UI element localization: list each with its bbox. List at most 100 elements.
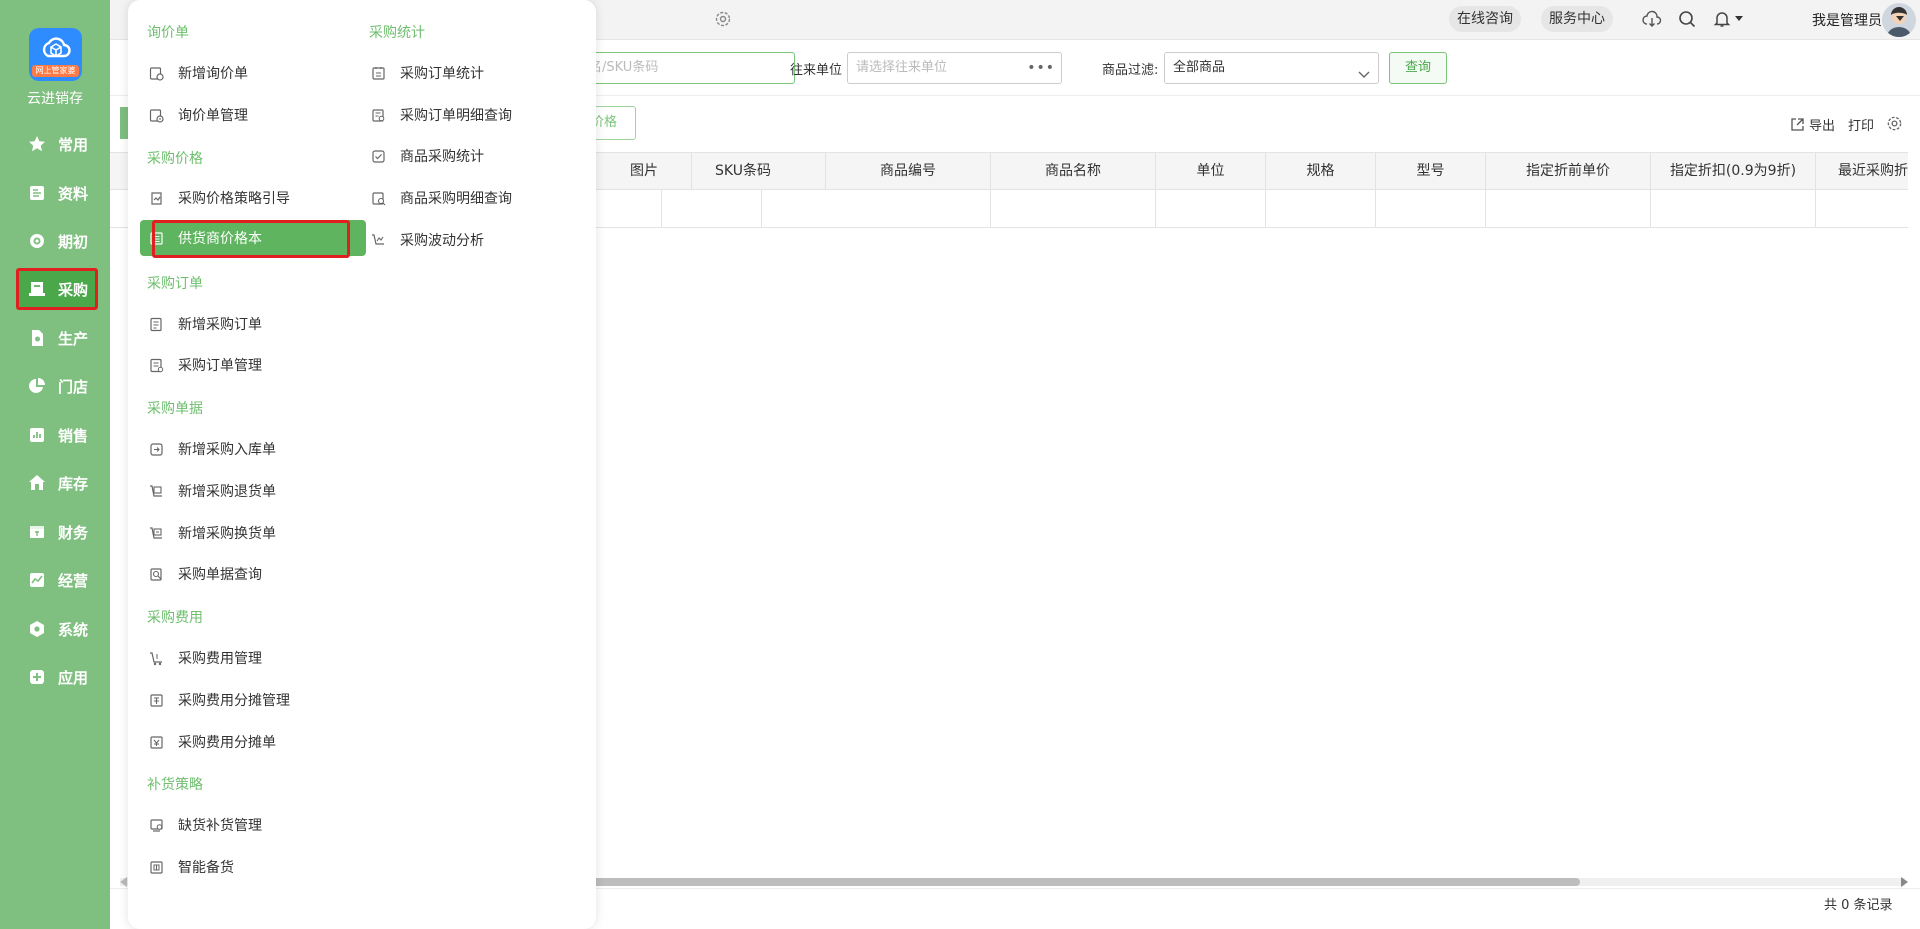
menu-item-expense[interactable]: 采购费用管理 xyxy=(128,640,318,676)
menu-item-label: 新增采购换货单 xyxy=(178,526,276,542)
menu-item-order-manage[interactable]: 采购订单管理 xyxy=(128,347,318,383)
nav-item-common[interactable]: 常用 xyxy=(16,124,98,164)
column-header[interactable]: 最近采购折 xyxy=(1816,153,1908,189)
nav-item-inventory[interactable]: 库存 xyxy=(16,463,98,503)
column-header[interactable]: 型号 xyxy=(1376,153,1486,189)
menu-item-label: 商品采购统计 xyxy=(400,149,484,165)
scroll-right-icon[interactable] xyxy=(1901,877,1908,887)
nav-item-data[interactable]: 资料 xyxy=(16,173,98,213)
document-icon xyxy=(26,182,48,204)
target-icon xyxy=(26,230,48,252)
stock-in-icon xyxy=(148,441,164,457)
nav-label: 系统 xyxy=(58,620,89,639)
nav-label: 期初 xyxy=(58,232,89,251)
doc-search-icon xyxy=(148,566,164,582)
column-header[interactable]: 指定折扣(0.9为9折) xyxy=(1651,153,1816,189)
menu-item-inquiry-manage[interactable]: 询价单管理 xyxy=(128,97,318,133)
price-book-icon xyxy=(148,230,164,246)
nav-item-operation[interactable]: 经营 xyxy=(16,560,98,600)
menu-item-label: 供货商价格本 xyxy=(178,231,262,247)
menu-item-exchange[interactable]: 新增采购换货单 xyxy=(128,515,318,551)
online-consult-button[interactable]: 在线咨询 xyxy=(1449,6,1521,32)
menu-item-smart-stock[interactable]: 智能备货 xyxy=(128,849,318,885)
nav-item-purchase[interactable]: 采购 xyxy=(16,268,98,310)
order-add-icon xyxy=(148,316,164,332)
column-header[interactable]: 商品名称 xyxy=(991,153,1156,189)
menu-item-price-guide[interactable]: 采购价格策略引导 xyxy=(128,180,318,216)
nav-label: 门店 xyxy=(58,377,89,396)
search-input[interactable]: 名/SKU条码 xyxy=(580,52,795,84)
menu-section-header: 询价单 xyxy=(147,25,189,41)
menu-item-expense-split[interactable]: 采购费用分摊管理 xyxy=(128,682,318,718)
menu-item-stock-in[interactable]: 新增采购入库单 xyxy=(128,431,318,467)
settings-icon[interactable] xyxy=(1886,115,1903,132)
menu-item-doc-search[interactable]: 采购单据查询 xyxy=(128,556,318,592)
partner-placeholder: 请选择往来单位 xyxy=(856,60,948,75)
bell-icon[interactable] xyxy=(1713,10,1731,32)
menu-item-label: 商品采购明细查询 xyxy=(400,191,512,207)
service-center-button[interactable]: 服务中心 xyxy=(1541,6,1613,32)
order-stats-icon xyxy=(370,65,386,81)
column-header[interactable]: 规格 xyxy=(1266,153,1376,189)
nav-label: 生产 xyxy=(58,329,89,348)
logo-badge: 网上管家婆 xyxy=(32,65,79,77)
inquiry-add-icon xyxy=(148,65,164,81)
nav-item-production[interactable]: 生产 xyxy=(16,318,98,358)
menu-item-product-detail[interactable]: 商品采购明细查询 xyxy=(350,180,590,216)
nav-item-opening[interactable]: 期初 xyxy=(16,221,98,261)
nav-item-finance[interactable]: 财务 xyxy=(16,512,98,552)
plus-icon xyxy=(26,666,48,688)
nav-item-sales[interactable]: 销售 xyxy=(16,415,98,455)
search-icon[interactable] xyxy=(1678,10,1696,32)
scrollbar-thumb[interactable] xyxy=(480,878,1580,886)
column-header[interactable]: 商品编号 xyxy=(826,153,991,189)
app-logo[interactable]: 网上管家婆 xyxy=(29,28,82,81)
menu-item-restock[interactable]: 缺货补货管理 xyxy=(128,807,318,843)
user-name[interactable]: 我是管理员 xyxy=(1812,10,1882,30)
cloud-download-icon[interactable] xyxy=(1642,10,1662,32)
scroll-left-icon[interactable] xyxy=(120,877,127,887)
brand-name: 云进销存 xyxy=(27,91,83,107)
menu-item-new-order[interactable]: 新增采购订单 xyxy=(128,306,318,342)
column-header[interactable]: 单位 xyxy=(1156,153,1266,189)
column-header[interactable]: SKU条码 xyxy=(661,153,826,189)
gear-icon xyxy=(26,618,48,640)
menu-section-header: 补货策略 xyxy=(147,777,203,793)
menu-section-header: 采购费用 xyxy=(147,610,203,626)
menu-item-order-detail[interactable]: 采购订单明细查询 xyxy=(350,97,590,133)
menu-item-supplier-price-book[interactable]: 供货商价格本 xyxy=(140,220,366,258)
print-button[interactable]: 打印 xyxy=(1848,115,1874,134)
chevron-down-icon[interactable] xyxy=(1735,16,1743,21)
price-guide-icon xyxy=(148,190,164,206)
more-icon[interactable]: ••• xyxy=(1027,53,1055,83)
inquiry-manage-icon xyxy=(148,107,164,123)
nav-item-apps[interactable]: 应用 xyxy=(16,657,98,697)
menu-item-label: 采购订单明细查询 xyxy=(400,108,512,124)
menu-item-new-inquiry[interactable]: 新增询价单 xyxy=(128,55,318,91)
column-header[interactable]: 指定折前单价 xyxy=(1486,153,1651,189)
menu-item-expense-bill[interactable]: 采购费用分摊单 xyxy=(128,724,318,760)
export-icon xyxy=(1790,117,1805,132)
menu-item-label: 缺货补货管理 xyxy=(178,818,262,834)
menu-item-return[interactable]: 新增采购退货单 xyxy=(128,473,318,509)
nav-label: 常用 xyxy=(58,135,89,154)
export-button[interactable]: 导出 xyxy=(1790,115,1835,134)
partner-select[interactable]: 请选择往来单位 ••• xyxy=(847,52,1062,84)
partner-label: 往来单位 xyxy=(790,63,843,78)
nav-item-store[interactable]: 门店 xyxy=(16,366,98,406)
menu-item-label: 采购费用分摊管理 xyxy=(178,693,290,709)
menu-item-product-stats[interactable]: 商品采购统计 xyxy=(350,138,540,174)
chevron-down-icon[interactable] xyxy=(1896,16,1904,21)
menu-item-fluctuation[interactable]: 采购波动分析 xyxy=(350,222,540,258)
product-filter-select[interactable]: 全部商品 xyxy=(1164,52,1379,84)
settings-icon[interactable] xyxy=(714,10,732,32)
exchange-icon xyxy=(148,525,164,541)
smart-stock-icon xyxy=(148,859,164,875)
menu-item-label: 智能备货 xyxy=(178,860,234,876)
menu-item-order-stats[interactable]: 采购订单统计 xyxy=(350,55,540,91)
expense-icon xyxy=(148,650,164,666)
nav-item-system[interactable]: 系统 xyxy=(16,609,98,649)
query-button[interactable]: 查询 xyxy=(1389,52,1447,84)
nav-label: 库存 xyxy=(58,474,89,493)
home-icon xyxy=(26,472,48,494)
